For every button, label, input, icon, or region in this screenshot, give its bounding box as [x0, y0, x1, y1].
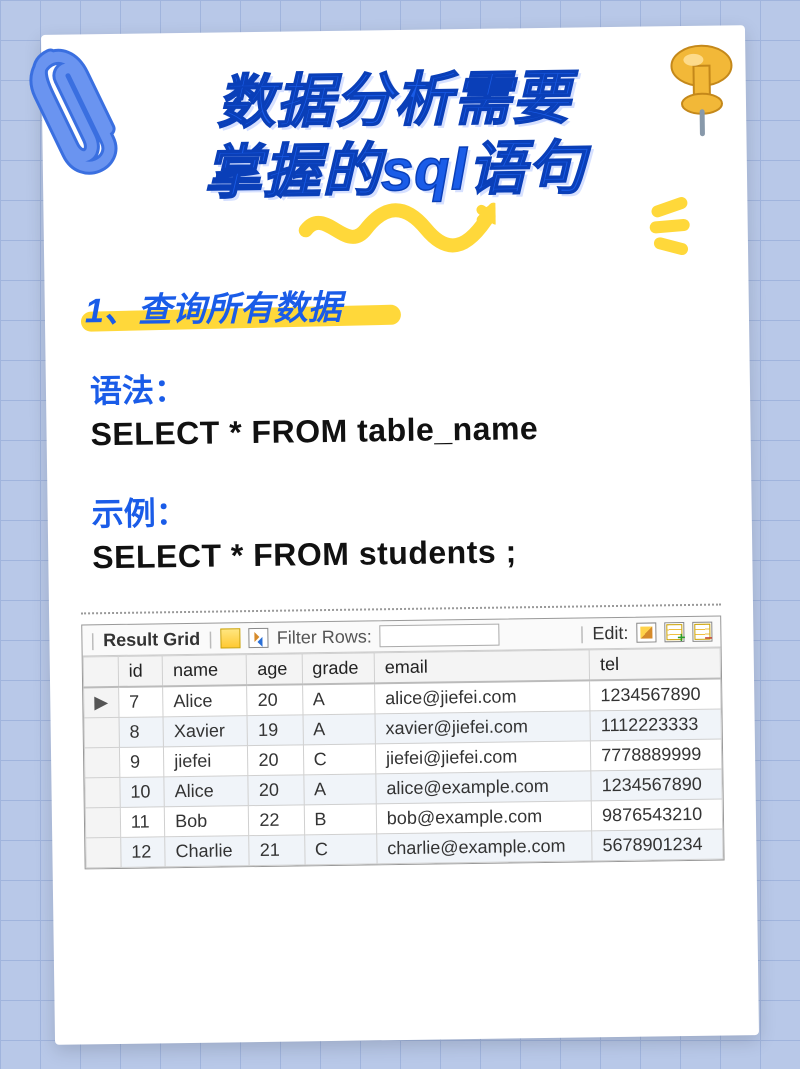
cell-email[interactable]: jiefei@jiefei.com: [375, 741, 591, 774]
cell-name[interactable]: Bob: [164, 806, 249, 837]
result-divider: [81, 604, 721, 615]
cell-age[interactable]: 20: [247, 685, 303, 716]
cell-id[interactable]: 11: [120, 807, 165, 838]
cell-age[interactable]: 20: [248, 745, 304, 776]
row-cursor[interactable]: ▶: [84, 687, 119, 718]
cell-grade[interactable]: A: [303, 714, 376, 745]
cell-tel[interactable]: 9876543210: [591, 799, 722, 831]
cell-name[interactable]: Charlie: [165, 836, 250, 867]
syntax-code: SELECT * FROM table_name: [90, 408, 706, 454]
cell-id[interactable]: 8: [119, 717, 164, 748]
section-heading: 1、查询所有数据: [84, 280, 342, 333]
col-age[interactable]: age: [247, 654, 303, 685]
note-card: 数据分析需要 掌握的sql语句 1、查询所有数据 语法： SELECT * FR…: [41, 25, 759, 1045]
row-cursor[interactable]: [84, 748, 119, 778]
cell-grade[interactable]: A: [303, 774, 376, 805]
add-row-icon[interactable]: [664, 622, 684, 642]
row-cursor[interactable]: [85, 778, 120, 808]
edit-label: Edit:: [592, 623, 628, 645]
row-selector-header: [83, 657, 118, 688]
cell-email[interactable]: alice@example.com: [376, 771, 592, 804]
filter-rows-input[interactable]: [380, 624, 500, 648]
col-id[interactable]: id: [118, 656, 163, 687]
cell-id[interactable]: 10: [120, 777, 165, 808]
cell-name[interactable]: Alice: [163, 685, 248, 717]
push-pin-icon: [659, 37, 744, 143]
cell-id[interactable]: 12: [121, 837, 166, 868]
syntax-label: 语法：: [90, 358, 707, 413]
col-email[interactable]: email: [374, 650, 590, 684]
filter-rows-label: Filter Rows:: [277, 626, 372, 648]
cell-age[interactable]: 21: [249, 835, 305, 866]
example-code: SELECT * FROM students ;: [92, 531, 708, 577]
cell-tel[interactable]: 7778889999: [591, 739, 722, 771]
cell-name[interactable]: jiefei: [164, 746, 249, 777]
grid-view-icon[interactable]: [221, 628, 241, 648]
cell-name[interactable]: Xavier: [163, 716, 248, 747]
cell-email[interactable]: alice@jiefei.com: [374, 681, 590, 715]
content-block: 语法： SELECT * FROM table_name 示例： SELECT …: [90, 358, 709, 577]
cell-age[interactable]: 19: [247, 715, 303, 746]
cell-grade[interactable]: A: [302, 684, 375, 716]
col-tel[interactable]: tel: [589, 648, 720, 680]
cell-grade[interactable]: C: [304, 834, 377, 865]
squiggle-icon: [295, 198, 496, 261]
cell-grade[interactable]: C: [303, 744, 376, 775]
cell-email[interactable]: xavier@jiefei.com: [375, 711, 591, 744]
cell-id[interactable]: 9: [119, 747, 164, 778]
cell-tel[interactable]: 1234567890: [591, 769, 722, 801]
cell-tel[interactable]: 5678901234: [592, 829, 723, 861]
row-cursor[interactable]: [86, 838, 121, 868]
title-line1: 数据分析需要: [216, 66, 571, 136]
refresh-icon[interactable]: [249, 628, 269, 648]
row-cursor[interactable]: [84, 718, 119, 748]
result-grid-label: Result Grid: [103, 628, 200, 650]
title-line2: 掌握的sql语句: [204, 135, 587, 205]
cell-age[interactable]: 20: [248, 775, 304, 806]
result-table: id name age grade email tel ▶7Alice20Aal…: [83, 648, 724, 869]
example-label: 示例：: [91, 481, 708, 536]
cell-age[interactable]: 22: [249, 805, 305, 836]
cell-name[interactable]: Alice: [164, 776, 249, 807]
accent-lines-icon: [647, 197, 708, 258]
row-cursor[interactable]: [85, 808, 120, 838]
edit-icon[interactable]: [636, 623, 656, 643]
cell-id[interactable]: 7: [118, 687, 163, 718]
delete-row-icon[interactable]: [692, 622, 712, 642]
col-name[interactable]: name: [162, 655, 247, 687]
cell-tel[interactable]: 1112223333: [590, 709, 721, 741]
col-grade[interactable]: grade: [302, 653, 375, 685]
cell-email[interactable]: charlie@example.com: [377, 831, 593, 864]
cell-email[interactable]: bob@example.com: [376, 801, 592, 834]
doodle-row: [43, 200, 748, 274]
result-grid-panel: | Result Grid | Filter Rows: | Edit: id …: [81, 616, 724, 870]
cell-grade[interactable]: B: [304, 804, 377, 835]
cell-tel[interactable]: 1234567890: [590, 679, 721, 711]
